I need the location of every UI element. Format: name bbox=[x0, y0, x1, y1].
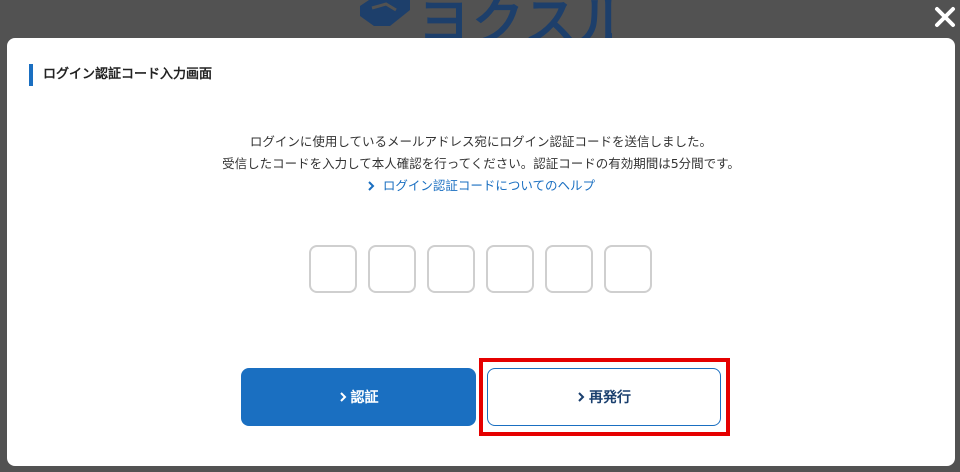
resend-button-label: 再発行 bbox=[589, 390, 631, 406]
code-digit-input-3[interactable] bbox=[427, 245, 475, 293]
verification-code-inputs bbox=[309, 245, 654, 295]
chevron-right-icon bbox=[368, 181, 375, 191]
chevron-right-icon bbox=[339, 392, 346, 402]
help-link-label: ログイン認証コードについてのヘルプ bbox=[382, 178, 596, 193]
dialog-title: ログイン認証コード入力画面 bbox=[29, 64, 212, 86]
chevron-right-icon bbox=[578, 392, 585, 402]
instruction-text-line1: ログインに使用しているメールアドレス宛にログイン認証コードを送信しました。 bbox=[249, 134, 713, 149]
logo-text: ヨクスル bbox=[418, 0, 612, 38]
verify-button[interactable]: 認証 bbox=[241, 368, 476, 426]
code-digit-input-1[interactable] bbox=[309, 245, 357, 293]
close-icon[interactable] bbox=[932, 4, 958, 30]
resend-button[interactable]: 再発行 bbox=[487, 368, 721, 426]
help-link[interactable]: ログイン認証コードについてのヘルプ bbox=[7, 177, 955, 195]
site-logo: ヨクスル bbox=[352, 0, 612, 38]
code-digit-input-2[interactable] bbox=[368, 245, 416, 293]
login-verification-dialog: ログイン認証コード入力画面 ログインに使用しているメールアドレス宛にログイン認証… bbox=[7, 38, 955, 466]
handshake-logo-icon bbox=[360, 0, 410, 26]
verify-button-label: 認証 bbox=[350, 390, 379, 406]
instruction-text-line2: 受信したコードを入力して本人確認を行ってください。認証コードの有効期間は5分間で… bbox=[222, 156, 740, 171]
code-digit-input-5[interactable] bbox=[545, 245, 593, 293]
code-digit-input-6[interactable] bbox=[604, 245, 652, 293]
code-digit-input-4[interactable] bbox=[486, 245, 534, 293]
